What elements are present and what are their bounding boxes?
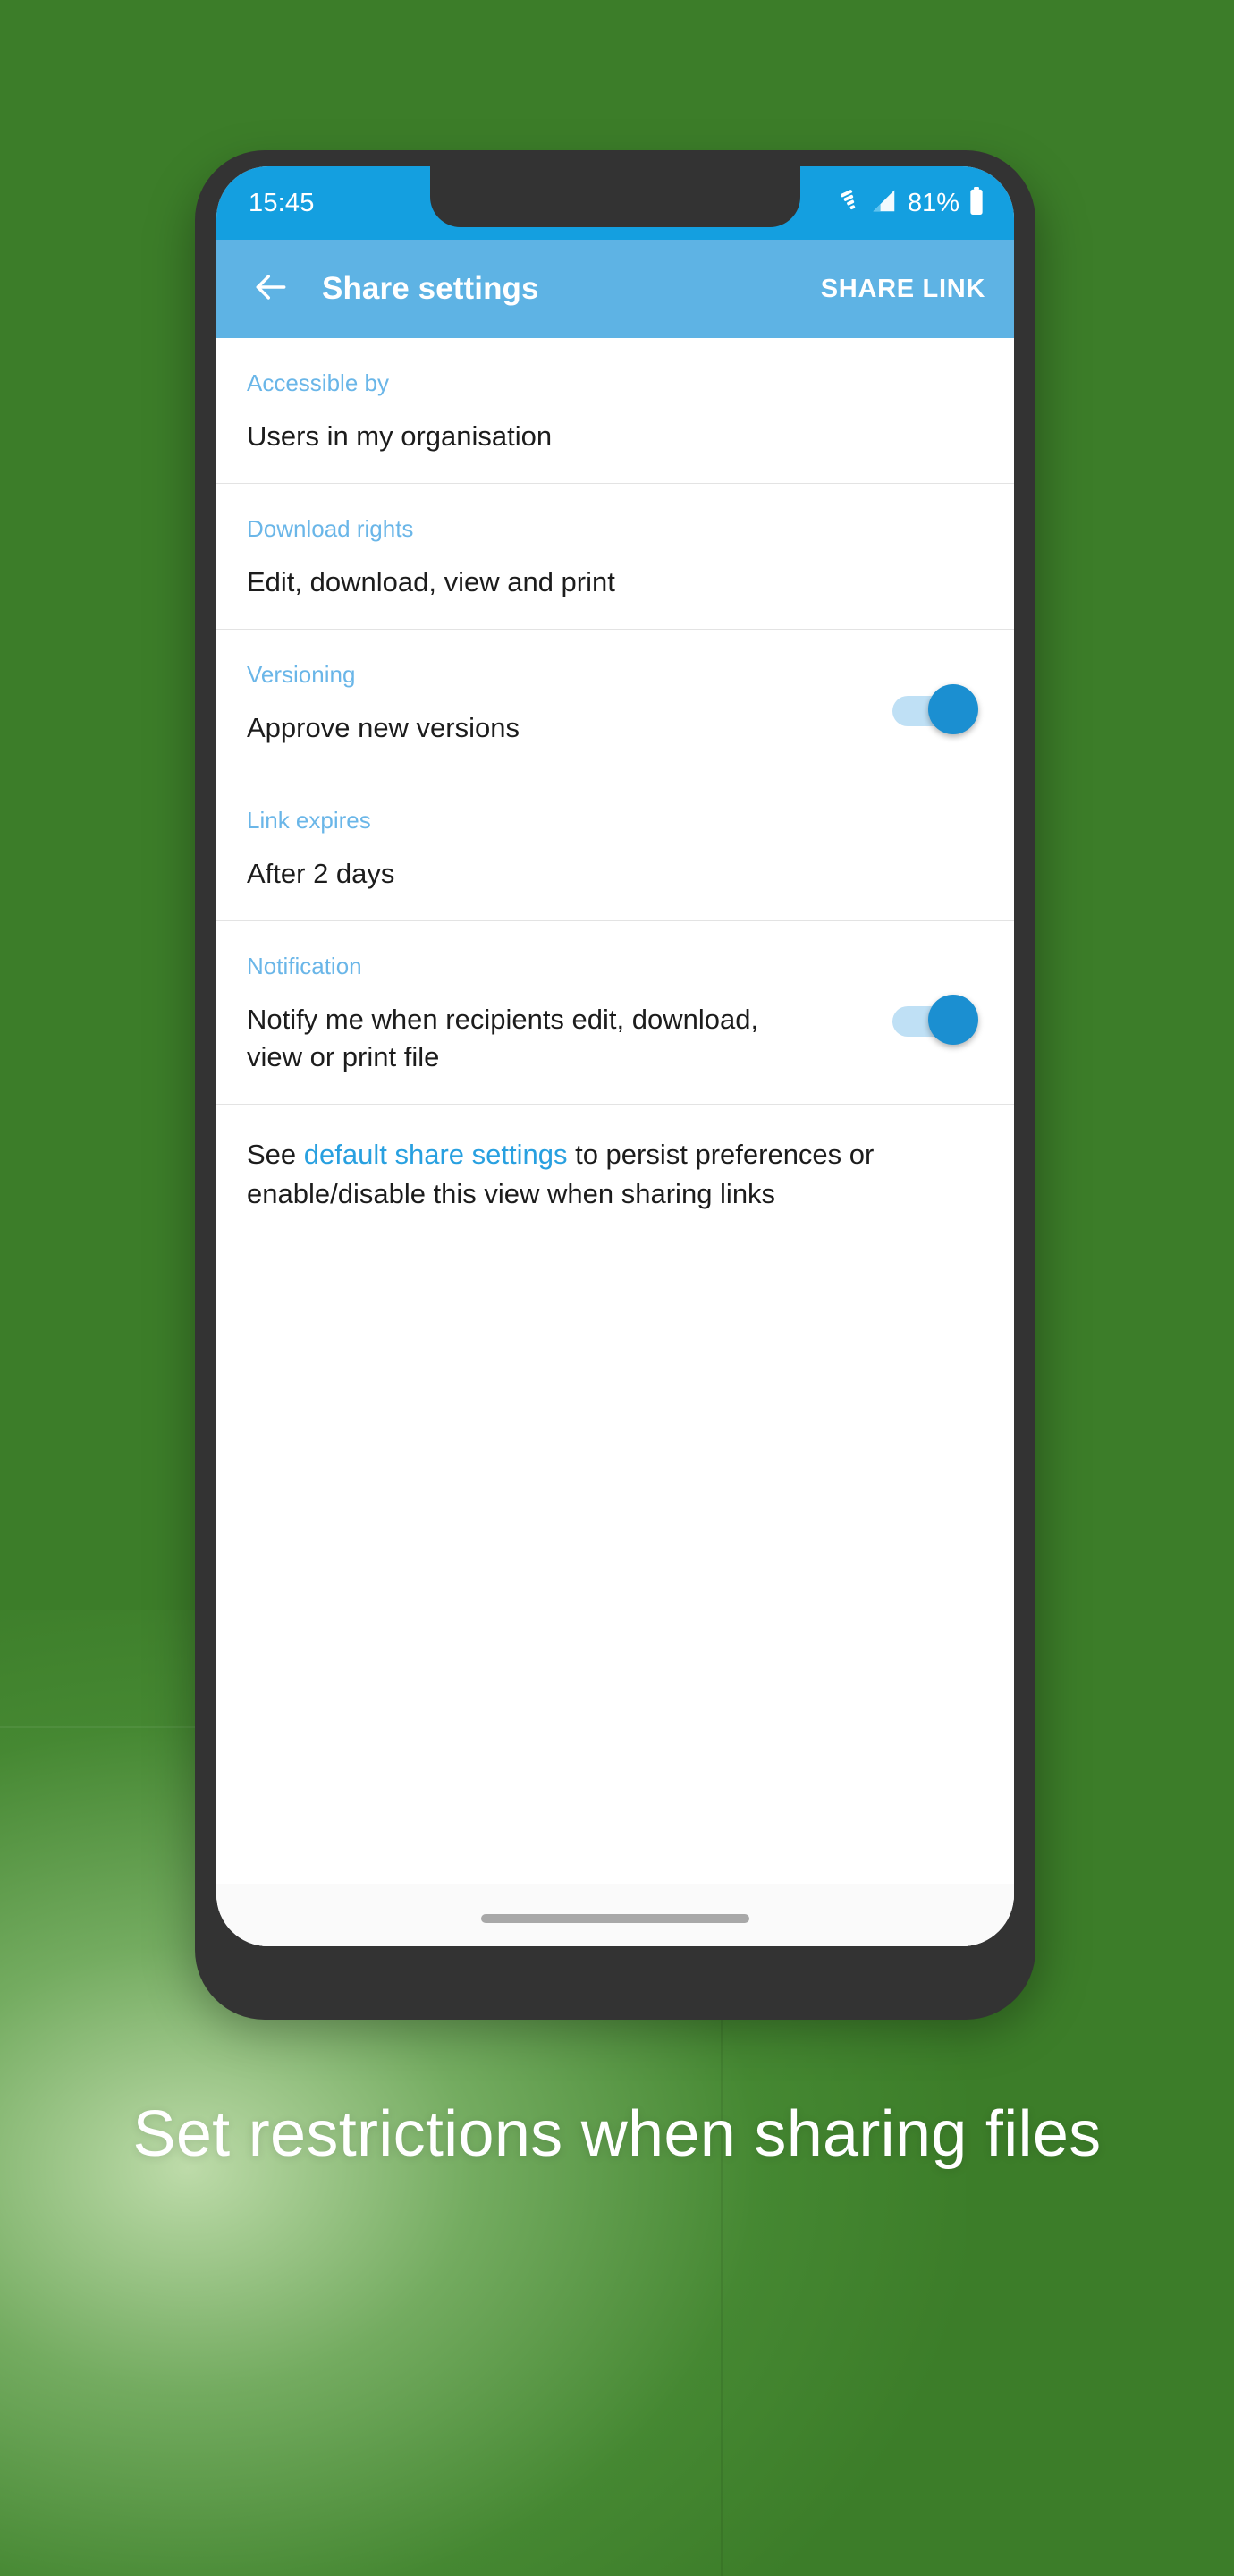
setting-value: Approve new versions [247, 711, 520, 743]
setting-label: Notification [247, 953, 362, 979]
back-button[interactable] [240, 258, 302, 320]
status-bar-indicators: 81% [836, 186, 985, 220]
footer-note: See default share settings to persist pr… [216, 1105, 1003, 1241]
setting-value: After 2 days [247, 857, 395, 889]
setting-label: Link expires [247, 807, 371, 834]
wifi-icon [836, 188, 863, 219]
toggle-thumb [928, 684, 978, 734]
default-share-settings-link[interactable]: default share settings [304, 1139, 568, 1170]
setting-value: Edit, download, view and print [247, 565, 615, 597]
promo-caption: Set restrictions when sharing files [132, 2098, 1102, 2170]
share-link-button[interactable]: SHARE LINK [821, 275, 989, 304]
setting-row-download-rights[interactable]: Download rights Edit, download, view and… [216, 484, 1014, 630]
battery-icon [968, 186, 985, 220]
footer-note-before: See [247, 1139, 304, 1171]
versioning-toggle-switch[interactable] [892, 684, 978, 736]
setting-value: Users in my organisation [247, 419, 553, 452]
status-bar: 15:45 81% [216, 166, 1014, 240]
toggle-thumb [928, 995, 978, 1046]
setting-label: Accessible by [247, 369, 389, 396]
status-bar-time: 15:45 [249, 188, 315, 217]
setting-row-versioning[interactable]: Versioning Approve new versions [216, 630, 1014, 775]
phone-screen: 15:45 81% Share settings SHARE LINK Acce… [216, 166, 1014, 1946]
cellular-signal-icon [871, 188, 898, 219]
promo-screenshot: 15:45 81% Share settings SHARE LINK Acce… [0, 0, 1234, 2576]
page-title: Share settings [322, 271, 539, 306]
setting-row-link-expires[interactable]: Link expires After 2 days [216, 775, 1014, 921]
arrow-back-icon [251, 267, 291, 311]
setting-value: Notify me when recipients edit, download… [247, 1003, 759, 1073]
setting-label: Download rights [247, 515, 414, 542]
settings-list: Accessible by Users in my organisation D… [216, 338, 1014, 1946]
display-notch [430, 166, 800, 227]
setting-label: Versioning [247, 661, 356, 688]
notification-toggle-switch[interactable] [892, 995, 978, 1046]
setting-row-accessible-by[interactable]: Accessible by Users in my organisation [216, 338, 1014, 484]
battery-percent-label: 81% [907, 188, 959, 217]
setting-row-notification[interactable]: Notification Notify me when recipients e… [216, 921, 1014, 1106]
home-indicator[interactable] [481, 1914, 749, 1923]
app-bar: Share settings SHARE LINK [216, 240, 1014, 338]
phone-frame: 15:45 81% Share settings SHARE LINK Acce… [195, 150, 1035, 2020]
